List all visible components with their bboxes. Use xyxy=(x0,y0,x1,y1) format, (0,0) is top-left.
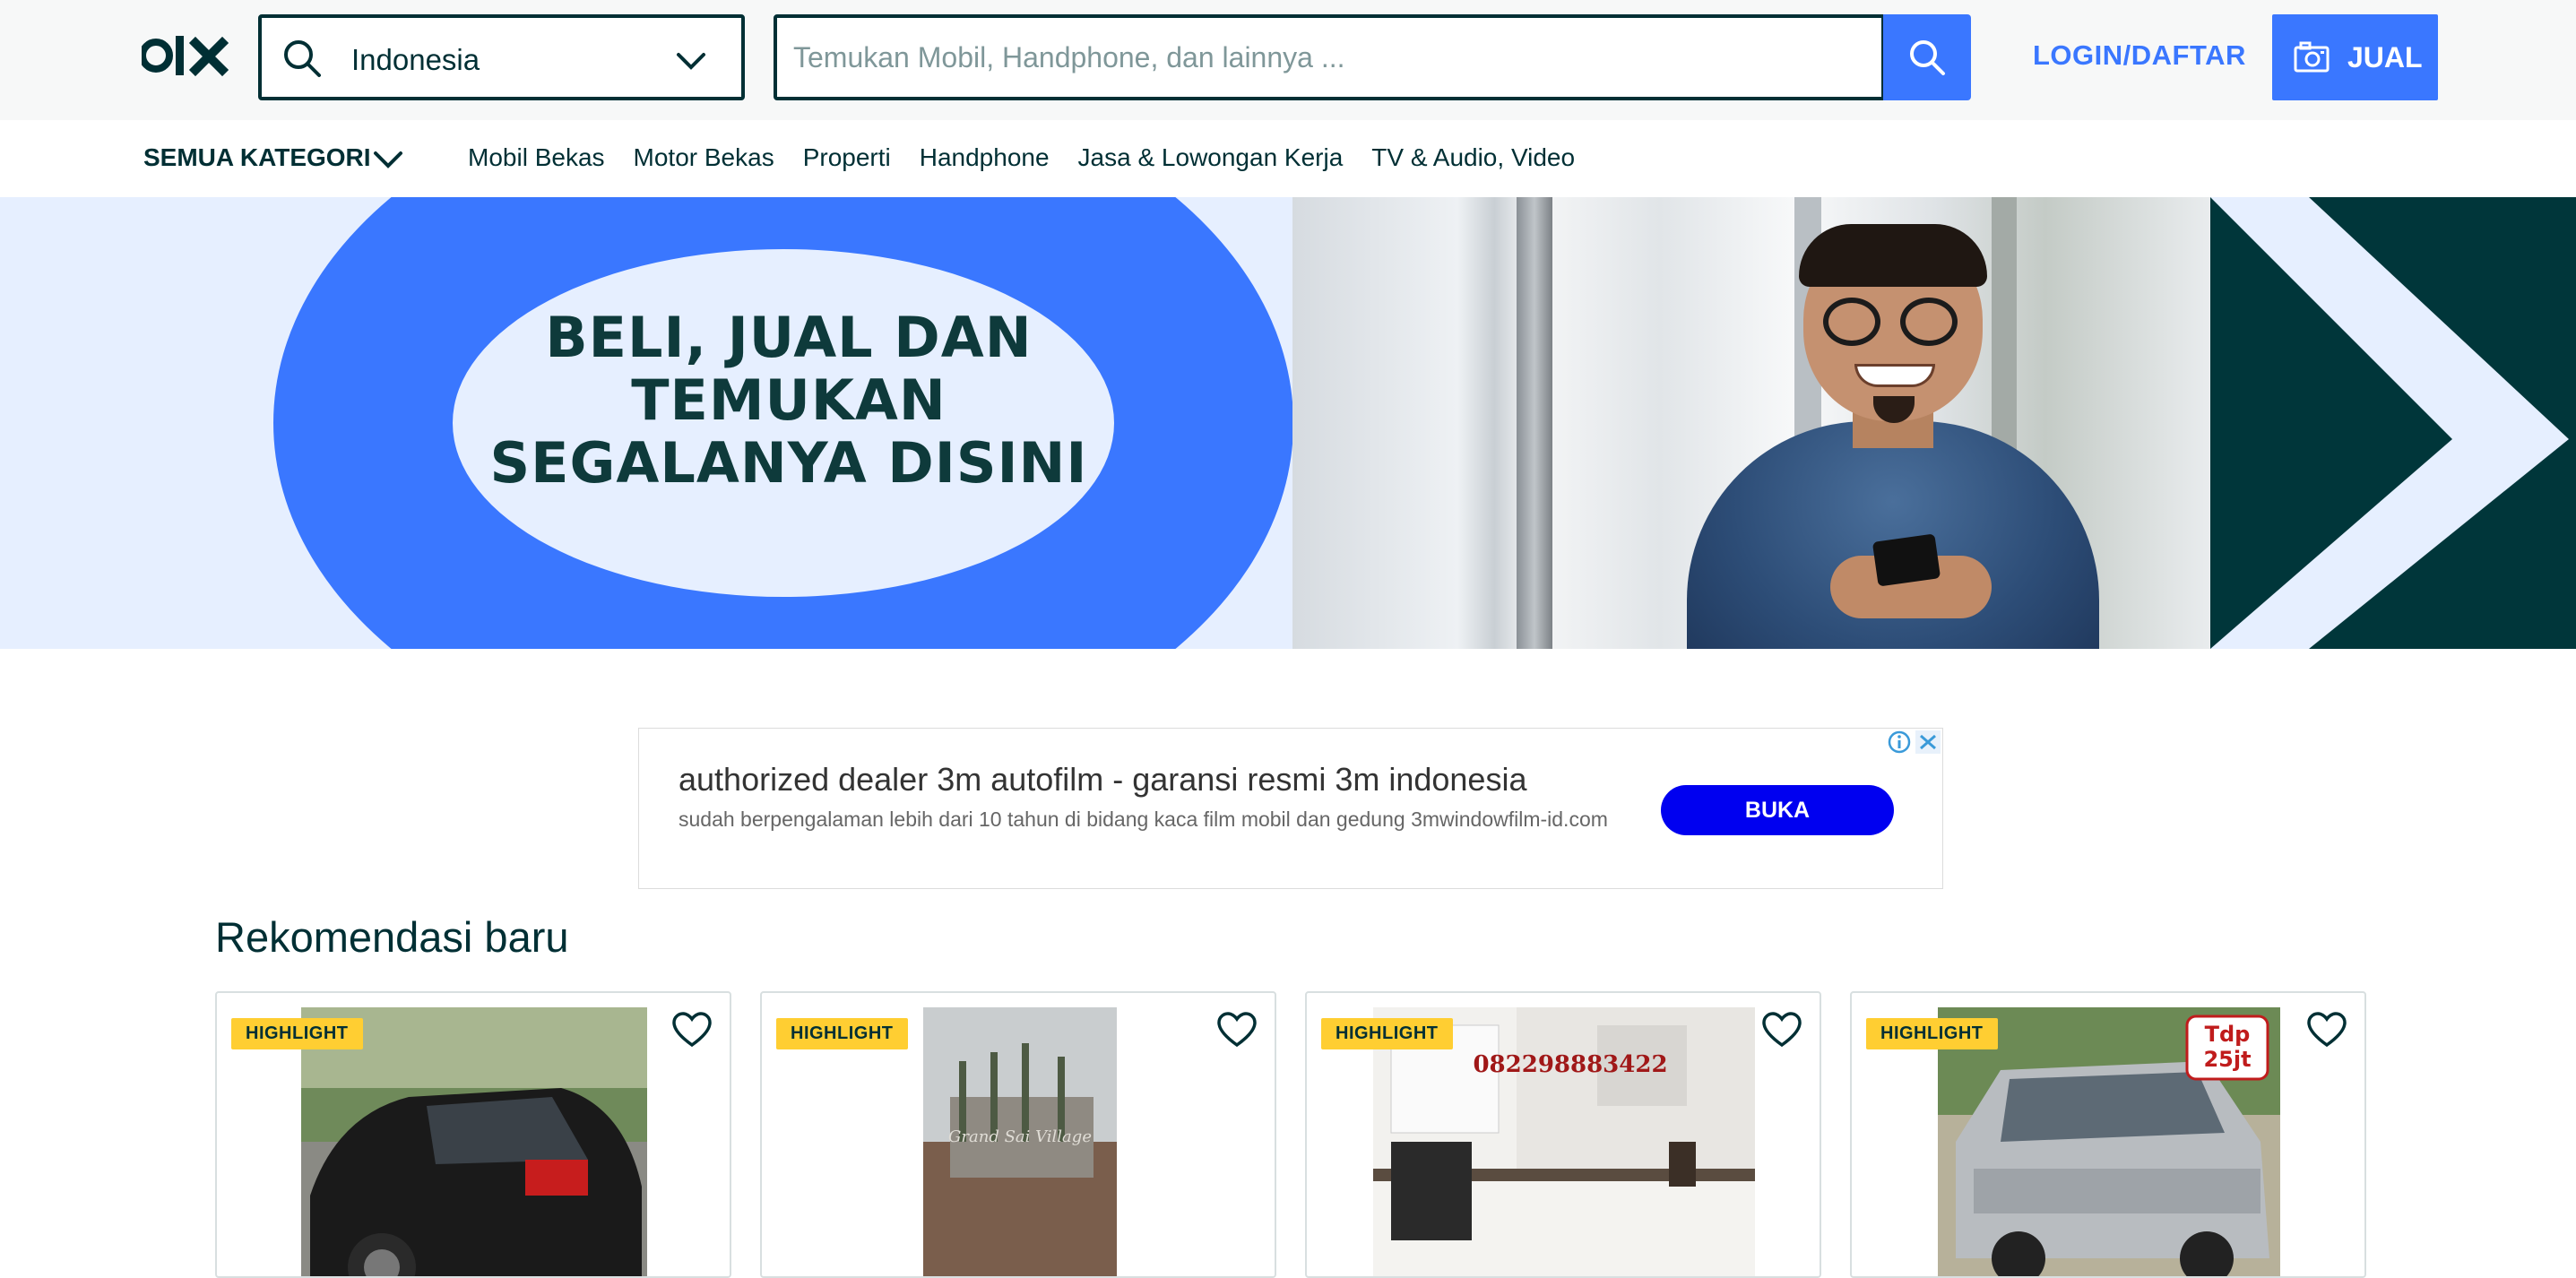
category-link-tv-audio-video[interactable]: TV & Audio, Video xyxy=(1371,143,1575,172)
image-promo-text-2: 25jt xyxy=(2203,1047,2251,1072)
all-categories-toggle[interactable]: SEMUA KATEGORI xyxy=(143,143,371,172)
ad-description: sudah berpengalaman lebih dari 10 tahun … xyxy=(679,807,1608,831)
image-promo-text-1: Tdp xyxy=(2205,1022,2251,1047)
top-header: Indonesia LOGIN/DAFTAR JUAL xyxy=(0,0,2576,120)
location-value: Indonesia xyxy=(351,43,480,76)
banner-headline-line-1: BELI, JUAL DAN xyxy=(545,305,1033,370)
highlight-badge: HIGHLIGHT xyxy=(1866,1018,1998,1049)
hero-banner[interactable]: BELI, JUAL DAN TEMUKAN SEGALANYA DISINI xyxy=(0,197,2576,649)
sponsored-ad[interactable]: authorized dealer 3m autofilm - garansi … xyxy=(638,728,1943,889)
listing-card[interactable]: HIGHLIGHT xyxy=(215,991,731,1278)
category-link-motor-bekas[interactable]: Motor Bekas xyxy=(634,143,774,172)
glasses-left xyxy=(1823,298,1880,346)
location-selector[interactable]: Indonesia xyxy=(258,14,745,100)
category-links: Mobil Bekas Motor Bekas Properti Handpho… xyxy=(468,143,1604,172)
image-phone-text: 082298883422 xyxy=(1473,1051,1667,1078)
listing-card[interactable]: Grand Sai Village HIGHLIGHT xyxy=(760,991,1276,1278)
login-register-link[interactable]: LOGIN/DAFTAR xyxy=(2033,39,2246,72)
heart-icon[interactable] xyxy=(670,1009,713,1052)
sell-label: JUAL xyxy=(2347,41,2423,73)
heart-icon[interactable] xyxy=(2305,1009,2348,1052)
sell-button[interactable]: JUAL xyxy=(2272,14,2438,100)
ad-title[interactable]: authorized dealer 3m autofilm - garansi … xyxy=(679,761,1526,799)
phone-in-hand xyxy=(1871,533,1941,587)
banner-left-panel: BELI, JUAL DAN TEMUKAN SEGALANYA DISINI xyxy=(0,197,1292,649)
search-button[interactable] xyxy=(1883,14,1971,100)
chevron-right-icon xyxy=(2210,197,2569,649)
ad-open-button[interactable]: BUKA xyxy=(1661,785,1894,835)
category-bar: SEMUA KATEGORI Mobil Bekas Motor Bekas P… xyxy=(0,120,2576,197)
highlight-badge: HIGHLIGHT xyxy=(1321,1018,1453,1049)
heart-icon[interactable] xyxy=(1215,1009,1258,1052)
search-icon xyxy=(1910,40,1945,75)
banner-photo xyxy=(1292,197,2210,649)
highlight-badge: HIGHLIGHT xyxy=(231,1018,363,1049)
listing-image-property-gate: Grand Sai Village xyxy=(923,1007,1117,1276)
camera-icon xyxy=(2294,41,2330,73)
chevron-down-icon[interactable] xyxy=(370,142,406,177)
category-link-jasa-lowongan[interactable]: Jasa & Lowongan Kerja xyxy=(1078,143,1344,172)
category-link-properti[interactable]: Properti xyxy=(803,143,891,172)
banner-headline-line-3: SEGALANYA DISINI xyxy=(489,430,1088,496)
banner-headline: BELI, JUAL DAN TEMUKAN SEGALANYA DISINI xyxy=(484,307,1094,495)
search-input[interactable] xyxy=(791,18,1849,97)
banner-headline-line-2: TEMUKAN xyxy=(631,367,947,433)
highlight-badge: HIGHLIGHT xyxy=(776,1018,908,1049)
listing-card[interactable]: Tdp 25jt HIGHLIGHT xyxy=(1850,991,2366,1278)
listing-card[interactable]: 082298883422 HIGHLIGHT xyxy=(1305,991,1821,1278)
person-smile xyxy=(1854,364,1935,387)
photo-window-frame xyxy=(1517,197,1552,649)
person-hair xyxy=(1799,224,1987,287)
category-link-handphone[interactable]: Handphone xyxy=(920,143,1050,172)
chevron-down-icon xyxy=(677,53,705,70)
heart-icon[interactable] xyxy=(1760,1009,1803,1052)
search-icon xyxy=(284,40,321,77)
olx-logo[interactable] xyxy=(142,32,231,79)
ad-choices-icons[interactable] xyxy=(1885,729,1942,756)
recommendations-title: Rekomendasi baru xyxy=(215,913,569,961)
search-field[interactable] xyxy=(774,14,1885,100)
image-sign-text: Grand Sai Village xyxy=(948,1127,1092,1146)
category-link-mobil-bekas[interactable]: Mobil Bekas xyxy=(468,143,605,172)
glasses-right xyxy=(1900,298,1958,346)
